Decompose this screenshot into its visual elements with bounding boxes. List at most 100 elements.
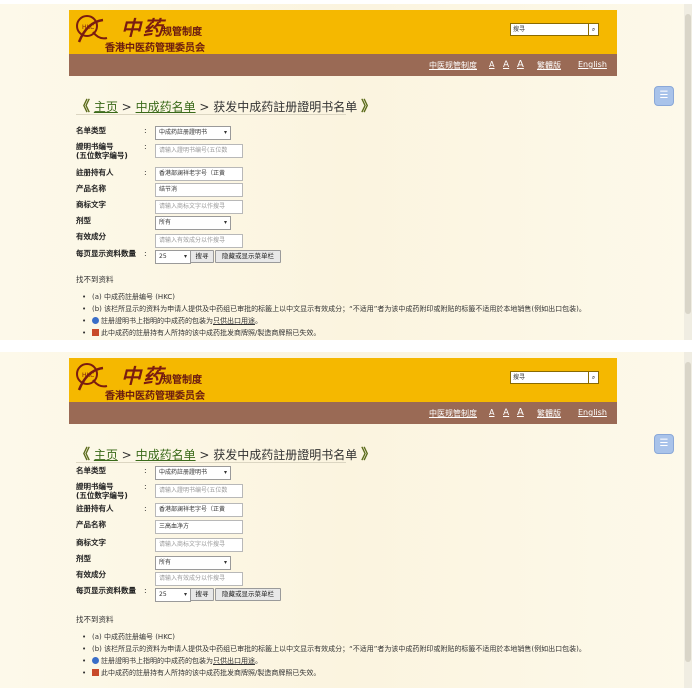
search-input[interactable]: 搜寻 (510, 371, 592, 384)
breadcrumb-open: 《 (76, 99, 90, 115)
side-tool-icon[interactable]: ☰ (654, 86, 674, 106)
note-expired-text: 此中成药的註册持有人所持的该中成药批发商牌照/製造商牌照已失效。 (101, 669, 321, 677)
scrollbar[interactable] (684, 4, 692, 340)
font-size-medium[interactable]: A (503, 60, 509, 70)
toggle-menu-button[interactable]: 隐藏或显示菜单栏 (215, 588, 281, 601)
search-icon[interactable]: ⌕ (588, 371, 599, 384)
per-page-select[interactable]: 25 ▾ (155, 588, 191, 602)
label-holder: 註册持有人 (76, 168, 114, 177)
screenshot-pane-2: HKC 中药 规管制度 香港中医药管理委员会 搜寻 ⌕ 中医规管制度 A A A… (0, 352, 692, 688)
label-dosage: 剂型 (76, 216, 91, 225)
holder-input[interactable]: 香港部澜祥老字号（正黄 (155, 503, 243, 517)
note-export-link[interactable]: 只供出口用途 (213, 317, 255, 325)
ingredient-input[interactable]: 请输入有效成分以作搜寻 (155, 572, 243, 586)
breadcrumb-divider (76, 462, 346, 463)
nav-link-regulation[interactable]: 中医规管制度 (429, 60, 477, 71)
label-cert-no-sub: (五位数字编号) (76, 151, 128, 160)
note-hkc: (a) 中成药註册编号 (HKC) (82, 292, 622, 302)
dosage-value: 所有 (159, 559, 172, 566)
colon: : (144, 504, 147, 513)
search-icon[interactable]: ⌕ (588, 23, 599, 36)
note-expired: 此中成药的註册持有人所持的该中成药批发商牌照/製造商牌照已失效。 (82, 328, 622, 338)
search-button[interactable]: 搜寻 (190, 588, 214, 601)
label-per-page: 每页显示资料数量 (76, 249, 136, 258)
font-size-medium[interactable]: A (503, 408, 509, 418)
toggle-menu-button[interactable]: 隐藏或显示菜单栏 (215, 250, 281, 263)
cert-no-input[interactable]: 请输入證明书编号(五位数 (155, 144, 243, 158)
per-page-select[interactable]: 25 ▾ (155, 250, 191, 264)
breadcrumb-sep: > (199, 100, 210, 114)
scrollbar-thumb[interactable] (685, 14, 691, 314)
breadcrumb-home[interactable]: 主页 (94, 100, 118, 114)
note-export: 註册證明书上指明的中成药的包装为只供出口用途。 (82, 656, 622, 666)
note-ingredient: (b) 该栏所显示的资料为申请人提供及中药组已审批的标籤上以中文显示有效成分；“… (82, 644, 622, 654)
search-button[interactable]: 搜寻 (190, 250, 214, 263)
label-brand: 商标文字 (76, 200, 106, 209)
breadcrumb-sep: > (199, 448, 210, 462)
nav-link-english[interactable]: English (578, 60, 607, 69)
warning-icon (92, 669, 99, 676)
font-size-small[interactable]: A (489, 408, 494, 417)
ingredient-input[interactable]: 请输入有效成分以作搜寻 (155, 234, 243, 248)
label-product: 产品名称 (76, 520, 106, 529)
breadcrumb-list[interactable]: 中成药名单 (136, 448, 196, 462)
note-export: 註册證明书上指明的中成药的包装为只供出口用途。 (82, 316, 622, 326)
label-dosage: 剂型 (76, 554, 91, 563)
list-type-value: 中成药註册證明书 (159, 129, 208, 136)
dosage-select[interactable]: 所有 ▾ (155, 216, 231, 230)
info-icon (92, 317, 99, 324)
font-size-large[interactable]: A (517, 407, 524, 418)
nav-link-english[interactable]: English (578, 408, 607, 417)
nav-link-traditional[interactable]: 繁體版 (537, 60, 561, 71)
header-banner: HKC 中药 规管制度 香港中医药管理委员会 搜寻 ⌕ (69, 10, 617, 54)
nav-link-regulation[interactable]: 中医规管制度 (429, 408, 477, 419)
info-icon (92, 657, 99, 664)
logo-subtitle: 规管制度 (162, 27, 202, 38)
cert-no-input[interactable]: 请输入證明书编号(五位数 (155, 484, 243, 498)
per-page-value: 25 (159, 591, 167, 598)
side-tool-icon[interactable]: ☰ (654, 434, 674, 454)
breadcrumb-current: 获发中成药註册證明书名单 (213, 100, 358, 114)
screenshot-pane-1: HKC 中药 规管制度 香港中医药管理委员会 搜寻 ⌕ 中医规管制度 A A A… (0, 4, 692, 340)
note-export-link[interactable]: 只供出口用途 (213, 657, 255, 665)
logo-title: 中药 (121, 364, 165, 388)
chevron-down-icon: ▾ (223, 129, 227, 136)
brand-input[interactable]: 请输入商标文字以作搜寻 (155, 200, 243, 214)
product-input[interactable]: 三高血净方 (155, 520, 243, 534)
search-input[interactable]: 搜寻 (510, 23, 592, 36)
breadcrumb-sep: > (121, 448, 132, 462)
list-type-select[interactable]: 中成药註册證明书 ▾ (155, 126, 231, 140)
svg-text:HKC: HKC (82, 372, 94, 379)
nav-bar: 中医规管制度 A A A 繁體版 English (69, 54, 617, 76)
label-list-type: 名单类型 (76, 126, 106, 135)
font-size-large[interactable]: A (517, 59, 524, 70)
font-size-small[interactable]: A (489, 60, 494, 69)
note-export-text: 註册證明书上指明的中成药的包装为 (101, 657, 213, 665)
chevron-down-icon: ▾ (183, 253, 187, 260)
scrollbar-thumb[interactable] (685, 362, 691, 662)
label-product: 产品名称 (76, 184, 106, 193)
nav-link-traditional[interactable]: 繁體版 (537, 408, 561, 419)
brand-input[interactable]: 请输入商标文字以作搜寻 (155, 538, 243, 552)
list-type-select[interactable]: 中成药註册證明书 ▾ (155, 466, 231, 480)
colon: : (144, 142, 147, 151)
no-result-text: 找不到资料 (76, 275, 114, 284)
breadcrumb-home[interactable]: 主页 (94, 448, 118, 462)
colon: : (144, 249, 147, 258)
breadcrumb: 《 主页 > 中成药名单 > 获发中成药註册證明书名单 》 (76, 444, 375, 464)
no-result-text: 找不到资料 (76, 615, 114, 624)
breadcrumb-list[interactable]: 中成药名单 (136, 100, 196, 114)
colon: : (144, 466, 147, 475)
colon: : (144, 586, 147, 595)
scrollbar[interactable] (684, 352, 692, 688)
breadcrumb-close: 》 (361, 99, 376, 115)
colon: : (144, 482, 147, 491)
dosage-select[interactable]: 所有 ▾ (155, 556, 231, 570)
note-export-text: 註册證明书上指明的中成药的包装为 (101, 317, 213, 325)
label-per-page: 每页显示资料数量 (76, 586, 136, 595)
product-input[interactable]: 结节消 (155, 183, 243, 197)
holder-input[interactable]: 香港部澜祥老字号（正黄 (155, 167, 243, 181)
chevron-down-icon: ▾ (223, 469, 227, 476)
breadcrumb-current: 获发中成药註册證明书名单 (213, 448, 358, 462)
label-list-type: 名单类型 (76, 466, 106, 475)
